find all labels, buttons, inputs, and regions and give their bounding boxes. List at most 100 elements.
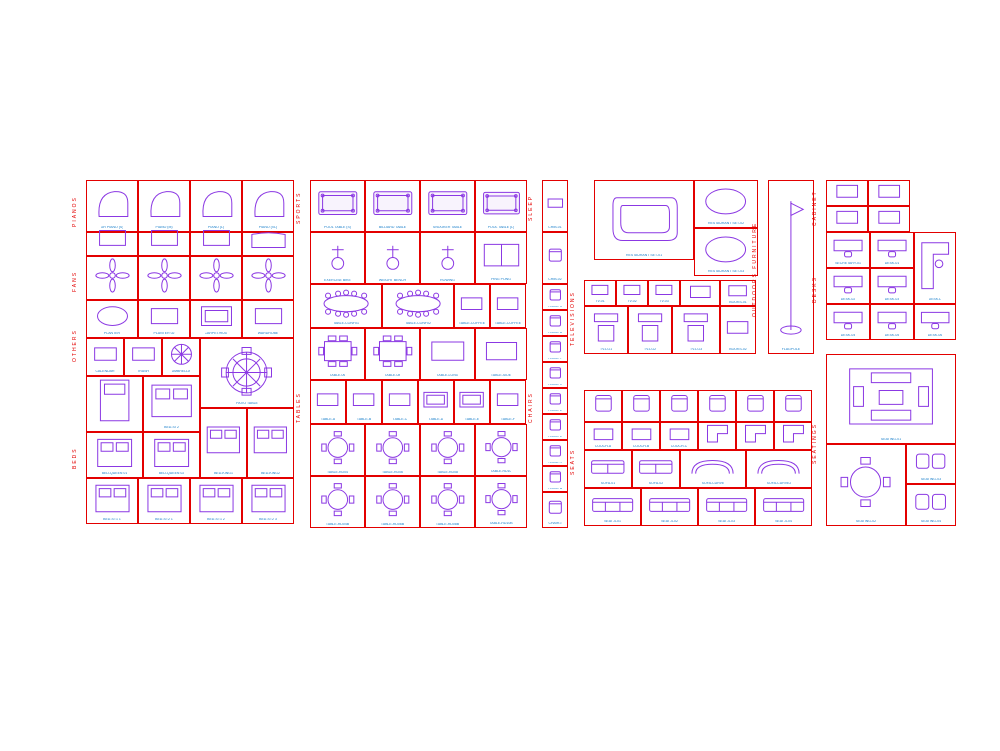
block-tables-40[interactable]: TABLE-COFFEE: [454, 284, 490, 328]
block-tv-77[interactable]: TV-LG3: [672, 306, 720, 354]
block-seats-85[interactable]: CHAIR-2-T06: [774, 390, 812, 422]
block-pianos-5[interactable]: PIANO OTH (S): [138, 232, 190, 256]
block-fans-10[interactable]: CEILING FAN 03: [190, 256, 242, 300]
block-desks-112[interactable]: DESK-L: [914, 232, 956, 304]
block-seats-92[interactable]: SOFA-01: [584, 450, 632, 488]
block-tables-53[interactable]: TABLE-RD06: [365, 424, 420, 476]
block-tables-43[interactable]: TABLE-08: [365, 328, 420, 380]
block-desks-109[interactable]: DESK-01: [870, 232, 914, 268]
block-chairs-65[interactable]: CHAIR-D: [542, 362, 568, 388]
block-tv-75[interactable]: TV-LG1: [584, 306, 628, 354]
block-sleep-60[interactable]: CRIB-01: [542, 180, 568, 232]
block-tv-76[interactable]: TV-LG2: [628, 306, 672, 354]
block-beds-26[interactable]: BED-ST1 1: [86, 478, 138, 524]
block-pianos-4[interactable]: PIANO OTH (XS): [86, 232, 138, 256]
block-seats-82[interactable]: CHAIR-2-T03: [660, 390, 698, 422]
block-sports-37[interactable]: PING PONG: [475, 232, 527, 284]
block-seatings-117[interactable]: SEATING-02: [826, 444, 906, 526]
block-chairs-64[interactable]: CHAIR-C: [542, 336, 568, 362]
block-beds-25[interactable]: BED-KING2: [247, 408, 294, 478]
block-beds-24[interactable]: BED-KING1: [200, 408, 247, 478]
block-fans-8[interactable]: CEILING FAN 01: [86, 256, 138, 300]
block-seats-86[interactable]: COUCH-A: [584, 422, 622, 450]
block-tables-57[interactable]: TABLE-RD06B: [365, 476, 420, 528]
block-tables-59[interactable]: TABLE-RD10B: [475, 476, 527, 528]
block-tv-74[interactable]: TV-04: [680, 280, 720, 306]
block-others-18[interactable]: UMBRELLA: [162, 338, 200, 376]
block-sports-36[interactable]: ROWING: [420, 232, 475, 284]
block-others-17[interactable]: TRASH: [124, 338, 162, 376]
block-tv-72[interactable]: TV-02: [616, 280, 648, 306]
block-beds-29[interactable]: BED-ST2 3: [242, 478, 294, 524]
block-tables-49[interactable]: TABLE-D: [418, 380, 454, 424]
block-desks-108[interactable]: SECRETARY-01: [826, 232, 870, 268]
block-beds-27[interactable]: BED-ST2 1: [138, 478, 190, 524]
block-others-12[interactable]: PLANTER: [86, 300, 138, 338]
block-cabinet-105[interactable]: CABINET-B: [868, 180, 910, 206]
block-tables-38[interactable]: TABLE-CONF01: [310, 284, 382, 328]
block-others-14[interactable]: CARPET/RUG: [190, 300, 242, 338]
block-seatings-119[interactable]: SEATING-04: [906, 484, 956, 526]
block-cabinet-106[interactable]: CABINET-C: [826, 206, 868, 232]
block-sports-30[interactable]: POOL TABLE (S): [310, 180, 365, 232]
block-tables-39[interactable]: TABLE-CONF02: [382, 284, 454, 328]
block-tables-54[interactable]: TABLE-RD08: [420, 424, 475, 476]
block-tables-52[interactable]: TABLE-RD04: [310, 424, 365, 476]
block-seats-96[interactable]: SEAT-4-01: [584, 488, 641, 526]
block-tables-42[interactable]: TABLE-06: [310, 328, 365, 380]
block-others-15[interactable]: WARDROBE: [242, 300, 294, 338]
block-seats-91[interactable]: COUCH-F: [774, 422, 812, 450]
block-seats-83[interactable]: CHAIR-2-T04: [698, 390, 736, 422]
block-tables-48[interactable]: TABLE-C: [382, 380, 418, 424]
block-chairs-63[interactable]: CHAIR-B: [542, 310, 568, 336]
block-sports-34[interactable]: EXERCISE BIKE: [310, 232, 365, 284]
block-tables-41[interactable]: TABLE-COFFEE: [490, 284, 526, 328]
block-seats-80[interactable]: CHAIR-2-T01: [584, 390, 622, 422]
block-chairs-62[interactable]: CHAIR-A: [542, 284, 568, 310]
block-seats-81[interactable]: CHAIR-2-T02: [622, 390, 660, 422]
block-beds-20[interactable]: BED-ST1: [86, 376, 143, 432]
block-beds-28[interactable]: BED-ST1 2: [190, 478, 242, 524]
block-seats-99[interactable]: SEAT-4-04: [755, 488, 812, 526]
block-chairs-70[interactable]: CHAIR-I: [542, 492, 568, 528]
block-fans-9[interactable]: CEILING FAN 02: [138, 256, 190, 300]
block-others-19[interactable]: PATIO TABLE: [200, 338, 294, 408]
block-pianos-7[interactable]: PIANO OTH (L): [242, 232, 294, 256]
block-seats-98[interactable]: SEAT-4-03: [698, 488, 755, 526]
block-tables-58[interactable]: TABLE-RD08B: [420, 476, 475, 528]
block-tv-73[interactable]: TV-03: [648, 280, 680, 306]
block-tables-51[interactable]: TABLE-F: [490, 380, 526, 424]
block-outdoors-101[interactable]: RESTAURANT SET-02: [694, 180, 758, 228]
block-sports-32[interactable]: SNOOKER TABLE: [420, 180, 475, 232]
block-seats-94[interactable]: SOFA-CURVE: [680, 450, 746, 488]
block-desks-113[interactable]: DESK-04: [826, 304, 870, 340]
block-desks-110[interactable]: DESK-02: [826, 268, 870, 304]
block-cabinet-104[interactable]: CABINET-A: [826, 180, 868, 206]
block-seats-87[interactable]: COUCH-B: [622, 422, 660, 450]
block-others-13[interactable]: PLANTER 02: [138, 300, 190, 338]
block-tv-71[interactable]: TV-01: [584, 280, 616, 306]
block-tables-50[interactable]: TABLE-E: [454, 380, 490, 424]
block-tables-44[interactable]: TABLE-LONG: [420, 328, 475, 380]
block-outdoors-103[interactable]: FLAGPOLE: [768, 180, 814, 354]
block-seatings-116[interactable]: SEATING-01: [826, 354, 956, 444]
block-others-16[interactable]: CALENDAR: [86, 338, 124, 376]
block-tables-46[interactable]: TABLE-A: [310, 380, 346, 424]
block-pianos-6[interactable]: PIANO OTH (M): [190, 232, 242, 256]
block-desks-111[interactable]: DESK-03: [870, 268, 914, 304]
block-tv-79[interactable]: BOOKS-02: [720, 306, 756, 354]
block-chairs-68[interactable]: CHAIR-G: [542, 440, 568, 466]
block-seats-90[interactable]: COUCH-E: [736, 422, 774, 450]
block-outdoors-100[interactable]: RESTAURANT SET-01: [594, 180, 694, 260]
block-pianos-3[interactable]: PIANO (XL): [242, 180, 294, 232]
block-seats-97[interactable]: SEAT-4-02: [641, 488, 698, 526]
block-seats-95[interactable]: SOFA-CURVE2: [746, 450, 812, 488]
block-seatings-118[interactable]: SEATING-03: [906, 444, 956, 484]
block-seats-93[interactable]: SOFA-02: [632, 450, 680, 488]
block-sports-31[interactable]: BILLIARD TABLE: [365, 180, 420, 232]
block-beds-21[interactable]: BED-ST2: [143, 376, 200, 432]
block-seats-88[interactable]: COUCH-C: [660, 422, 698, 450]
block-chairs-66[interactable]: CHAIR-E: [542, 388, 568, 414]
block-tables-55[interactable]: TABLE-RD10: [475, 424, 527, 476]
block-tables-45[interactable]: TABLE-SIDE: [475, 328, 527, 380]
